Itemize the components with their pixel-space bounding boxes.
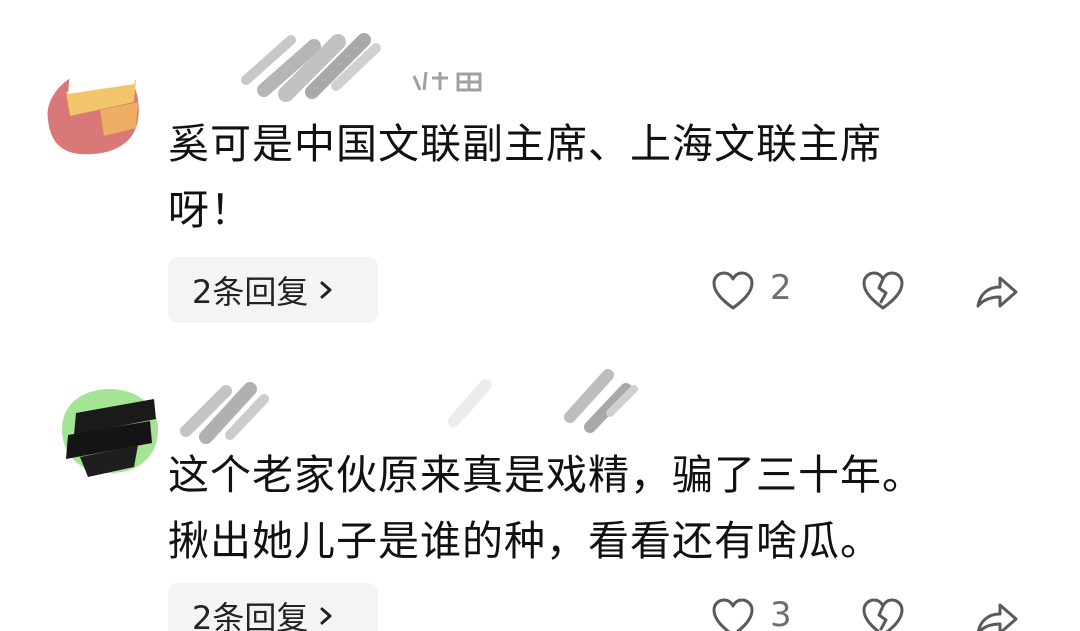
comment-item: 奚可是中国文联副主席、上海文联主席 呀！ 2条回复 2 xyxy=(0,0,1080,340)
broken-heart-icon[interactable] xyxy=(858,266,908,316)
heart-outline-icon[interactable] xyxy=(708,266,758,316)
share-arrow-icon[interactable] xyxy=(972,593,1022,631)
username-blurred[interactable] xyxy=(176,373,276,453)
comment-item: 这个老家伙原来真是戏精，骗了三十年。 揪出她儿子是谁的种，看看还有啥瓜。 2条回… xyxy=(0,355,1080,631)
comment-text-line: 呀！ xyxy=(168,186,252,234)
share-arrow-icon[interactable] xyxy=(972,266,1022,316)
comment-list: 奚可是中国文联副主席、上海文联主席 呀！ 2条回复 2 这个老家伙原来真是戏精，… xyxy=(0,0,1080,631)
like-count: 3 xyxy=(770,595,792,631)
comment-text-line: 这个老家伙原来真是戏精，骗了三十年。 xyxy=(168,451,924,499)
comment-text-line: 揪出她儿子是谁的种，看看还有啥瓜。 xyxy=(168,517,882,565)
user-avatar[interactable] xyxy=(40,50,144,160)
broken-heart-icon[interactable] xyxy=(858,593,908,631)
username-blurred[interactable] xyxy=(440,361,640,441)
chevron-right-icon xyxy=(320,281,332,299)
comment-text: 奚可是中国文联副主席、上海文联主席 呀！ xyxy=(168,111,882,243)
user-avatar[interactable] xyxy=(58,373,162,483)
heart-outline-icon[interactable] xyxy=(708,593,758,631)
comment-actions: 2 xyxy=(700,260,1040,320)
replies-label: 2条回复 xyxy=(192,599,309,631)
comment-text-line: 奚可是中国文联副主席、上海文联主席 xyxy=(168,120,882,168)
comment-text: 这个老家伙原来真是戏精，骗了三十年。 揪出她儿子是谁的种，看看还有啥瓜。 xyxy=(168,442,924,574)
username-blurred[interactable] xyxy=(236,28,486,108)
view-replies-button[interactable]: 2条回复 xyxy=(168,583,378,631)
replies-label: 2条回复 xyxy=(192,273,309,311)
view-replies-button[interactable]: 2条回复 xyxy=(168,257,378,323)
chevron-right-icon xyxy=(320,607,332,625)
like-count: 2 xyxy=(770,268,792,308)
comment-actions: 3 xyxy=(700,587,1040,631)
